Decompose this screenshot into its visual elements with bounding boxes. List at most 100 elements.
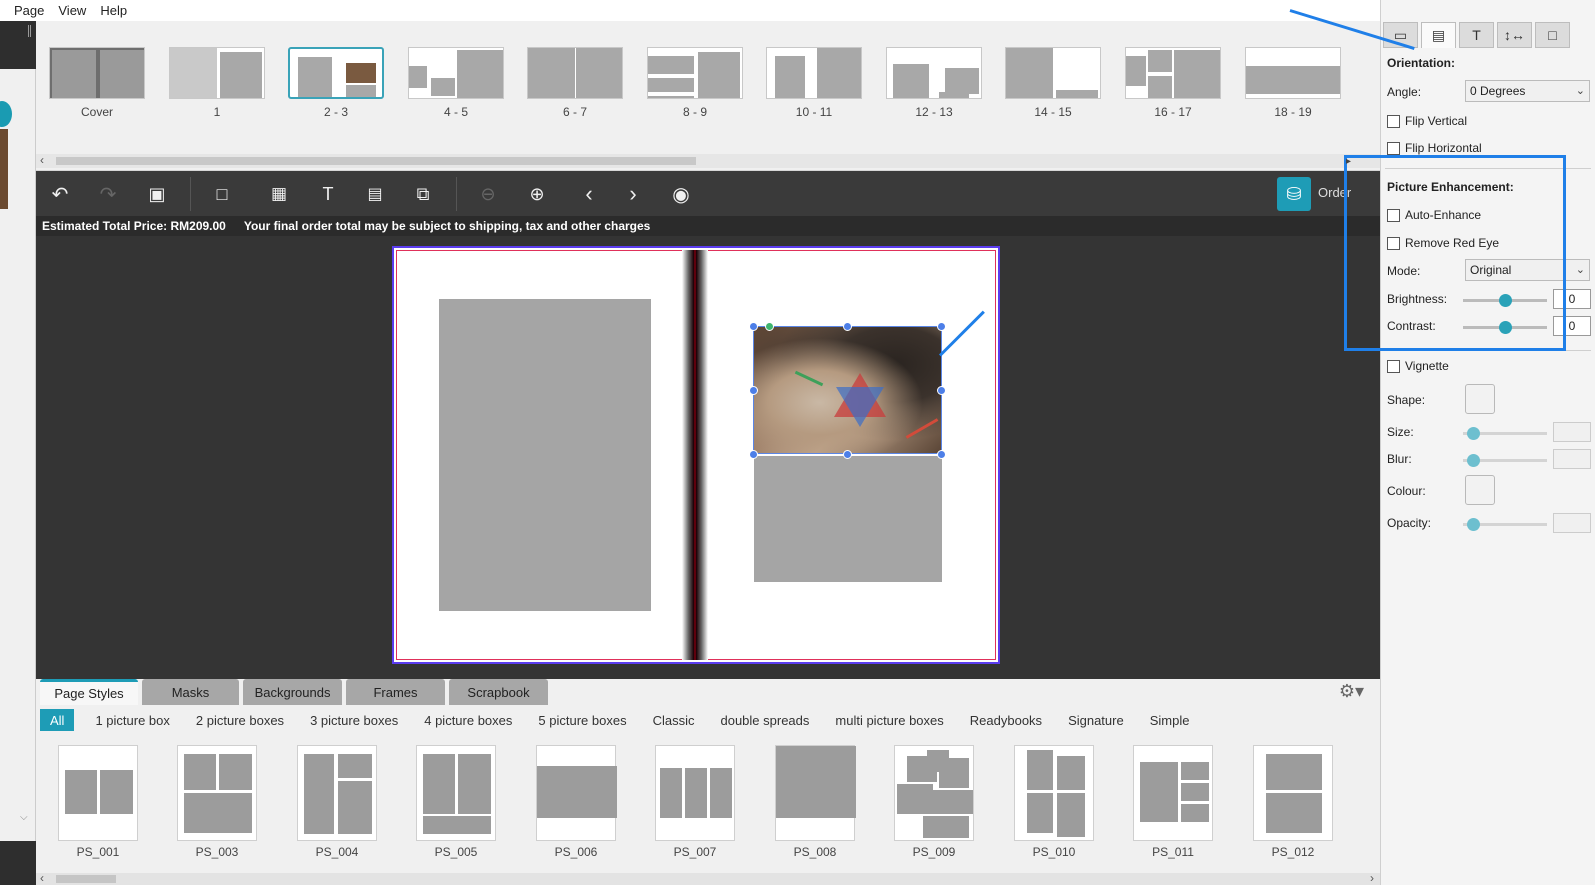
- vignette-opacity-slider[interactable]: [1463, 518, 1547, 531]
- right-page[interactable]: [700, 250, 996, 660]
- page-style-ps-008[interactable]: PS_008: [774, 745, 856, 859]
- resize-handle-tr[interactable]: [937, 322, 946, 331]
- slider-knob[interactable]: [1467, 518, 1480, 531]
- zoom-in-icon[interactable]: ⊕: [523, 180, 551, 208]
- filter-3-picture-boxes[interactable]: 3 picture boxes: [297, 709, 411, 731]
- picture-box-left[interactable]: [439, 299, 651, 611]
- prev-page-icon[interactable]: ‹: [575, 180, 603, 208]
- add-photo-icon[interactable]: ▦: [265, 180, 293, 208]
- page-thumb-4-5[interactable]: 4 - 5: [407, 47, 505, 119]
- page-thumb-8-9[interactable]: 8 - 9: [646, 47, 744, 119]
- settings-gear-icon[interactable]: ⚙▾: [1339, 681, 1364, 702]
- filter-simple[interactable]: Simple: [1137, 709, 1203, 731]
- filter-4-picture-boxes[interactable]: 4 picture boxes: [411, 709, 525, 731]
- vignette-checkbox[interactable]: Vignette: [1387, 359, 1449, 373]
- page-thumb-12-13[interactable]: 12 - 13: [885, 47, 983, 119]
- scroll-left-icon[interactable]: ‹: [40, 153, 44, 167]
- spacing-tab-icon[interactable]: ↕↔: [1497, 22, 1532, 48]
- scrollbar-thumb[interactable]: [56, 157, 696, 165]
- collapse-panel-icon[interactable]: ▸: [1346, 156, 1351, 167]
- tab-frames[interactable]: Frames: [346, 679, 445, 705]
- resize-handle-t[interactable]: [843, 322, 852, 331]
- flip-horizontal-checkbox[interactable]: Flip Horizontal: [1387, 141, 1482, 155]
- add-text-icon[interactable]: T: [314, 180, 342, 208]
- page-style-ps-006[interactable]: PS_006: [535, 745, 617, 859]
- tab-scrapbook[interactable]: Scrapbook: [449, 679, 548, 705]
- filter-readybooks[interactable]: Readybooks: [957, 709, 1055, 731]
- next-page-icon[interactable]: ›: [619, 180, 647, 208]
- page-strip-scrollbar[interactable]: ‹: [36, 153, 1380, 168]
- filter-5-picture-boxes[interactable]: 5 picture boxes: [525, 709, 639, 731]
- slider-knob[interactable]: [1467, 427, 1480, 440]
- styles-scroll-right-icon[interactable]: ›: [1370, 871, 1374, 885]
- vignette-opacity-input[interactable]: [1553, 513, 1591, 533]
- menu-page[interactable]: Page: [14, 3, 44, 18]
- picture-tab-icon[interactable]: ▤: [1421, 22, 1456, 48]
- redo-icon[interactable]: ↷: [94, 180, 122, 208]
- menu-help[interactable]: Help: [100, 3, 127, 18]
- page-style-ps-004[interactable]: PS_004: [296, 745, 378, 859]
- styles-scrollbar[interactable]: ‹ ›: [36, 871, 1380, 885]
- page-tab-icon[interactable]: □: [1535, 22, 1570, 48]
- page-style-ps-003[interactable]: PS_003: [176, 745, 258, 859]
- page-style-ps-005[interactable]: PS_005: [415, 745, 497, 859]
- add-page-icon[interactable]: □: [208, 180, 236, 208]
- menu-view[interactable]: View: [58, 3, 86, 18]
- resize-handle-l[interactable]: [749, 386, 758, 395]
- tab-masks[interactable]: Masks: [142, 679, 239, 705]
- undo-icon[interactable]: ↶: [46, 180, 74, 208]
- tab-backgrounds[interactable]: Backgrounds: [243, 679, 342, 705]
- page-style-ps-007[interactable]: PS_007: [654, 745, 736, 859]
- angle-dropdown[interactable]: 0 Degrees ⌄: [1465, 80, 1590, 102]
- page-thumb-1[interactable]: 1: [168, 47, 266, 119]
- page-style-ps-001[interactable]: PS_001: [57, 745, 139, 859]
- resize-handle-br[interactable]: [937, 450, 946, 459]
- left-page[interactable]: [396, 250, 692, 660]
- page-thumb-2-3[interactable]: 2 - 3: [287, 47, 385, 119]
- page-style-ps-011[interactable]: PS_011: [1132, 745, 1214, 859]
- flip-vertical-checkbox[interactable]: Flip Vertical: [1387, 114, 1467, 128]
- grip-handle[interactable]: [28, 25, 31, 37]
- page-style-ps-009[interactable]: PS_009: [893, 745, 975, 859]
- background-icon[interactable]: ▤: [361, 180, 389, 208]
- page-style-ps-012[interactable]: PS_012: [1252, 745, 1334, 859]
- resize-handle-bl[interactable]: [749, 450, 758, 459]
- vignette-blur-slider[interactable]: [1463, 454, 1547, 467]
- rotate-page-icon[interactable]: ⧉: [409, 180, 437, 208]
- vignette-blur-input[interactable]: [1553, 449, 1591, 469]
- preview-icon[interactable]: ◉: [667, 180, 695, 208]
- expand-sidebar-button[interactable]: [0, 101, 12, 127]
- slider-knob[interactable]: [1467, 454, 1480, 467]
- page-thumb-6-7[interactable]: 6 - 7: [526, 47, 624, 119]
- text-tab-icon[interactable]: T: [1459, 22, 1494, 48]
- vignette-shape-swatch[interactable]: [1465, 384, 1495, 414]
- rotate-handle[interactable]: [765, 322, 774, 331]
- vignette-size-slider[interactable]: [1463, 427, 1547, 440]
- vignette-colour-swatch[interactable]: [1465, 475, 1495, 505]
- filter-double-spreads[interactable]: double spreads: [707, 709, 822, 731]
- styles-scroll-left-icon[interactable]: ‹: [40, 871, 44, 885]
- picture-box-right-bottom[interactable]: [754, 456, 942, 582]
- resize-handle-b[interactable]: [843, 450, 852, 459]
- filter-2-picture-boxes[interactable]: 2 picture boxes: [183, 709, 297, 731]
- filter-classic[interactable]: Classic: [640, 709, 708, 731]
- order-basket-button[interactable]: ⛁: [1277, 177, 1311, 211]
- page-thumb-14-15[interactable]: 14 - 15: [1004, 47, 1102, 119]
- page-thumb-10-11[interactable]: 10 - 11: [765, 47, 863, 119]
- filter-signature[interactable]: Signature: [1055, 709, 1137, 731]
- selected-photo[interactable]: [753, 326, 942, 454]
- save-icon[interactable]: ▣: [143, 180, 171, 208]
- zoom-out-icon[interactable]: ⊖: [474, 180, 502, 208]
- filter-1-picture-box[interactable]: 1 picture box: [82, 709, 182, 731]
- page-thumb-18-19[interactable]: 18 - 19: [1244, 47, 1342, 119]
- styles-scrollbar-thumb[interactable]: [56, 875, 116, 883]
- resize-handle-r[interactable]: [937, 386, 946, 395]
- filter-multi-picture-boxes[interactable]: multi picture boxes: [822, 709, 956, 731]
- filter-all[interactable]: All: [40, 709, 75, 731]
- page-style-ps-010[interactable]: PS_010: [1013, 745, 1095, 859]
- vignette-size-input[interactable]: [1553, 422, 1591, 442]
- resize-handle-tl[interactable]: [749, 322, 758, 331]
- page-thumb-16-17[interactable]: 16 - 17: [1124, 47, 1222, 119]
- page-thumb-cover[interactable]: Cover: [48, 47, 146, 119]
- tab-page-styles[interactable]: Page Styles: [40, 679, 138, 705]
